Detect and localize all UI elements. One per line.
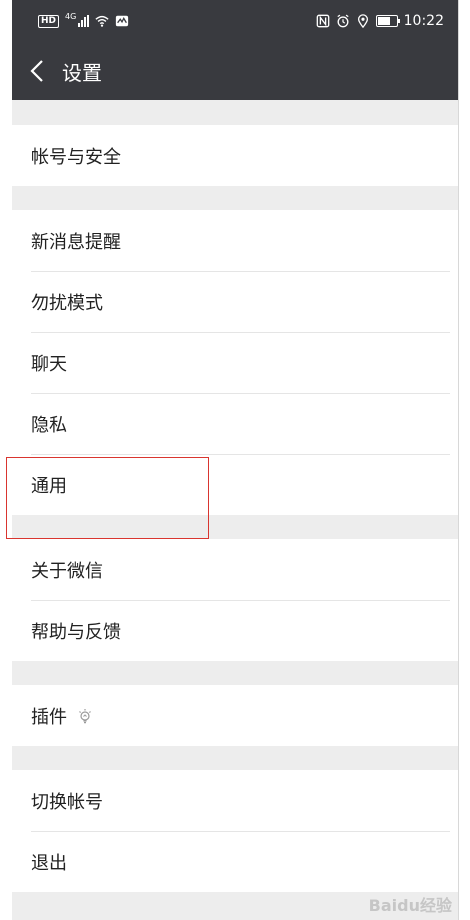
settings-item-label: 聊天 — [31, 353, 67, 375]
settings-group-plugins: 插件 — [12, 685, 458, 746]
settings-item-switch-account[interactable]: 切换帐号 — [12, 770, 458, 831]
back-button[interactable] — [30, 57, 50, 85]
section-gap — [12, 100, 458, 125]
status-left: HD 4G — [38, 11, 129, 28]
lightbulb-icon — [79, 708, 91, 723]
settings-group-main: 新消息提醒 勿扰模式 聊天 隐私 通用 — [12, 210, 458, 515]
hd-badge: HD — [38, 14, 60, 28]
status-time: 10:22 — [403, 13, 444, 29]
alarm-icon — [337, 14, 349, 28]
signal-icon — [78, 15, 90, 27]
nfc-icon — [316, 14, 329, 28]
screenshot-margin-right — [458, 0, 470, 920]
settings-item-label: 插件 — [31, 706, 67, 728]
settings-item-label: 帮助与反馈 — [31, 621, 121, 643]
settings-item-label: 关于微信 — [31, 560, 103, 582]
settings-group-about: 关于微信 帮助与反馈 — [12, 539, 458, 661]
settings-group-session: 切换帐号 退出 — [12, 770, 458, 892]
title-bar: 设置 — [12, 42, 458, 100]
watermark: Baidu经验 — [368, 896, 452, 915]
activity-icon — [116, 15, 129, 27]
settings-item-chat[interactable]: 聊天 — [12, 332, 458, 393]
settings-item-label: 通用 — [31, 475, 67, 497]
section-gap — [12, 186, 458, 210]
settings-item-label: 退出 — [31, 852, 67, 874]
status-right: 10:22 — [316, 13, 444, 29]
settings-item-privacy[interactable]: 隐私 — [12, 393, 458, 454]
battery-icon — [375, 15, 400, 27]
settings-item-account-security[interactable]: 帐号与安全 — [12, 125, 458, 186]
settings-item-label: 勿扰模式 — [31, 292, 103, 314]
chevron-left-icon — [30, 60, 43, 82]
settings-item-label: 切换帐号 — [31, 791, 103, 813]
settings-item-general[interactable]: 通用 — [12, 454, 458, 515]
section-gap — [12, 515, 458, 539]
screenshot-margin-left — [0, 0, 12, 920]
settings-item-about-wechat[interactable]: 关于微信 — [12, 539, 458, 600]
settings-item-label: 帐号与安全 — [31, 146, 121, 168]
wifi-icon — [95, 15, 109, 27]
section-gap — [12, 746, 458, 770]
section-gap — [12, 661, 458, 685]
settings-item-do-not-disturb[interactable]: 勿扰模式 — [12, 271, 458, 332]
page-title: 设置 — [62, 60, 102, 85]
settings-item-plugins[interactable]: 插件 — [12, 685, 458, 746]
network-type: 4G — [65, 11, 77, 21]
settings-item-new-message-alerts[interactable]: 新消息提醒 — [12, 210, 458, 271]
location-icon — [357, 14, 368, 28]
phone-screen: HD 4G 10:22 设置 帐号与安全 新消息提醒 勿扰模式 聊天 隐私 通用 — [12, 0, 458, 920]
status-bar: HD 4G 10:22 — [12, 0, 458, 42]
settings-item-label: 隐私 — [31, 414, 67, 436]
settings-item-label: 新消息提醒 — [31, 231, 121, 253]
settings-item-help-feedback[interactable]: 帮助与反馈 — [12, 600, 458, 661]
settings-item-logout[interactable]: 退出 — [12, 831, 458, 892]
settings-group-account: 帐号与安全 — [12, 125, 458, 186]
